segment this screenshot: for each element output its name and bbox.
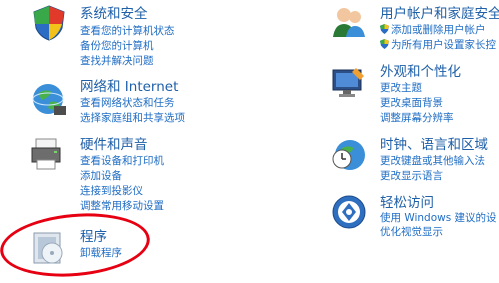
link-devices-printers[interactable]: 查看设备和打印机 [80, 155, 164, 168]
link-connect-projector[interactable]: 连接到投影仪 [80, 185, 143, 198]
link-mobility-settings[interactable]: 调整常用移动设置 [80, 200, 164, 213]
category-title[interactable]: 用户帐户和家庭安全 [380, 6, 499, 22]
uac-shield-icon [380, 24, 389, 34]
link-backup-computer[interactable]: 备份您的计算机 [80, 40, 154, 53]
category-title[interactable]: 轻松访问 [380, 195, 434, 211]
link-add-remove-accounts[interactable]: 添加或删除用户帐户 [380, 24, 486, 37]
link-optimize-visual[interactable]: 优化视觉显示 [380, 226, 443, 239]
link-keyboard-input[interactable]: 更改键盘或其他输入法 [380, 155, 485, 168]
link-screen-resolution[interactable]: 调整屏幕分辨率 [380, 112, 454, 125]
category-title[interactable]: 系统和安全 [80, 6, 148, 22]
link-view-computer-status[interactable]: 查看您的计算机状态 [80, 25, 175, 38]
users-icon [333, 8, 365, 37]
uac-shield-icon [380, 39, 389, 49]
link-parental-controls[interactable]: 为所有用户设置家长控 [380, 39, 496, 52]
category-title[interactable]: 外观和个性化 [380, 64, 461, 80]
link-display-language[interactable]: 更改显示语言 [380, 170, 443, 183]
highlight-circle [0, 207, 153, 283]
clock-globe-icon [332, 140, 365, 170]
monitor-paint-icon [332, 68, 364, 97]
control-panel: { "left": [ {"title":"系统和安全","links":["查… [0, 0, 499, 283]
link-windows-recommended[interactable]: 使用 Windows 建议的设 [380, 212, 497, 225]
link-homegroup[interactable]: 选择家庭组和共享选项 [80, 112, 185, 125]
printer-icon [31, 138, 61, 170]
category-title[interactable]: 时钟、语言和区域 [380, 137, 488, 153]
category-title[interactable]: 硬件和声音 [80, 137, 148, 153]
category-title[interactable]: 网络和 Internet [80, 79, 178, 95]
link-troubleshoot[interactable]: 查找并解决问题 [80, 55, 154, 68]
shield-security-icon [33, 5, 65, 41]
link-network-status[interactable]: 查看网络状态和任务 [80, 97, 175, 110]
link-label: 为所有用户设置家长控 [391, 39, 496, 51]
link-change-theme[interactable]: 更改主题 [380, 82, 422, 95]
globe-network-icon [32, 84, 66, 115]
link-desktop-background[interactable]: 更改桌面背景 [380, 97, 443, 110]
accessibility-icon [332, 195, 366, 229]
link-label: 添加或删除用户帐户 [391, 24, 486, 36]
link-add-device[interactable]: 添加设备 [80, 170, 122, 183]
